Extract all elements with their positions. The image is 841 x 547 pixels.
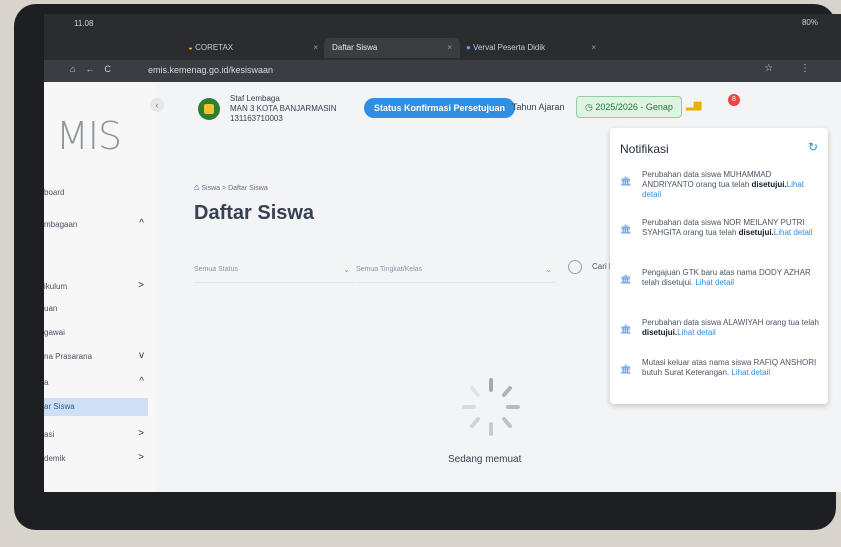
academic-year-label: Tahun Ajaran <box>512 102 565 112</box>
calendar-icon: ◷ <box>585 102 596 112</box>
tablet-device: 11.08 80% ◒ CORETAX × Daftar Siswa × ● V… <box>14 4 841 530</box>
school-role: Staf Lembaga <box>230 94 280 103</box>
institution-icon: 🏛 <box>620 364 632 374</box>
tab-close-icon[interactable]: × <box>313 38 318 58</box>
tingkat-filter-select[interactable]: Semua Tingkat/Kelas ⌄ <box>356 258 556 283</box>
chevron-down-icon: ⌄ <box>545 265 552 274</box>
browser-tab-daftar-siswa[interactable]: Daftar Siswa × <box>324 38 460 58</box>
status-time: 11.08 <box>74 19 94 28</box>
school-info: Staf Lembaga MAN 3 KOTA BANJARMASIN 1311… <box>230 94 337 124</box>
notification-panel: Notifikasi ↻ 🏛 Perubahan data siswa MUHA… <box>610 128 828 404</box>
chevron-down-icon: ⌄ <box>343 265 350 274</box>
institution-icon: 🏛 <box>620 224 632 234</box>
breadcrumb-siswa[interactable]: Siswa <box>201 185 220 192</box>
lihat-detail-link[interactable]: Lihat detail <box>695 278 734 287</box>
institution-icon: 🏛 <box>620 176 632 186</box>
tab-favicon-icon: ◒ <box>188 43 196 52</box>
loading-text: Sedang memuat <box>448 454 522 465</box>
academic-year-select[interactable]: ◷ 2025/2026 - Genap <box>576 96 682 118</box>
browser-actions-icon[interactable]: ☆ ⋮ <box>764 63 822 74</box>
lihat-detail-link[interactable]: Lihat detail <box>774 228 813 237</box>
sidebar-item[interactable]: gawai <box>44 324 148 342</box>
lihat-detail-link[interactable]: Lihat detail <box>677 328 716 337</box>
tab-close-icon[interactable]: × <box>447 38 452 58</box>
home-icon[interactable]: ⌂ <box>194 182 199 192</box>
school-name: MAN 3 KOTA BANJARMASIN <box>230 104 337 113</box>
nav-buttons[interactable]: ⌂←C <box>70 64 121 74</box>
url-field[interactable]: emis.kemenag.go.id/kesiswaan <box>148 65 273 75</box>
breadcrumb: ⌂ Siswa > Daftar Siswa <box>194 182 268 192</box>
refresh-icon[interactable]: ↻ <box>808 140 818 154</box>
tab-close-icon[interactable]: × <box>591 38 596 58</box>
tab-favicon-icon: ● <box>466 43 474 52</box>
loading-spinner-icon <box>462 378 520 436</box>
notification-title: Notifikasi <box>620 142 669 156</box>
breadcrumb-daftar-siswa: Daftar Siswa <box>228 185 268 192</box>
sidebar-item[interactable]: a ^ <box>44 374 148 392</box>
institution-icon: 🏛 <box>620 274 632 284</box>
browser-tab-coretax[interactable]: ◒ CORETAX × <box>180 38 326 58</box>
sidebar-item[interactable]: na Prasarana v <box>44 348 148 366</box>
browser-tab-verval[interactable]: ● Verval Peserta Didik × <box>458 38 604 58</box>
screen: 11.08 80% ◒ CORETAX × Daftar Siswa × ● V… <box>44 14 841 492</box>
sidebar-item-daftar-siswa[interactable]: ar Siswa <box>44 398 148 416</box>
notif-count-badge: 8 <box>728 94 740 106</box>
status-filter-select[interactable]: Semua Status ⌄ <box>194 258 354 283</box>
page-title: Daftar Siswa <box>194 202 315 224</box>
sidebar-item[interactable]: asi > <box>44 426 148 444</box>
institution-icon: 🏛 <box>620 324 632 334</box>
topbar: Staf Lembaga MAN 3 KOTA BANJARMASIN 1311… <box>156 82 841 132</box>
sidebar-item[interactable]: mbagaan ^ <box>44 216 148 234</box>
search-icon <box>568 260 582 274</box>
address-bar: ⌂←C emis.kemenag.go.id/kesiswaan ☆ ⋮ <box>44 60 841 82</box>
tab-label: CORETAX <box>195 43 234 52</box>
sidebar-item[interactable]: ikulum > <box>44 278 148 296</box>
lihat-detail-link[interactable]: Lihat detail <box>731 368 770 377</box>
status-bar: 11.08 80% <box>44 14 841 34</box>
chart-icon[interactable]: ▂▆ <box>686 100 701 111</box>
app-logo: MIS <box>56 114 122 158</box>
tab-label: Daftar Siswa <box>332 43 378 52</box>
sidebar-item[interactable]: demik > <box>44 450 148 468</box>
school-logo <box>198 98 220 120</box>
sidebar-item[interactable]: board <box>44 184 148 202</box>
school-id: 131163710003 <box>230 114 283 123</box>
tab-label: Verval Peserta Didik <box>473 43 546 52</box>
bell-icon[interactable]: 8 <box>722 94 740 112</box>
battery-indicator: 80% <box>801 18 818 27</box>
status-konfirmasi-button[interactable]: Status Konfirmasi Persetujuan <box>364 98 516 118</box>
browser-tab-strip: ◒ CORETAX × Daftar Siswa × ● Verval Pese… <box>44 34 841 71</box>
sidebar: MIS board mbagaan ^ ikulum > uan gawai na … <box>44 82 156 492</box>
sidebar-item[interactable]: uan <box>44 300 148 318</box>
